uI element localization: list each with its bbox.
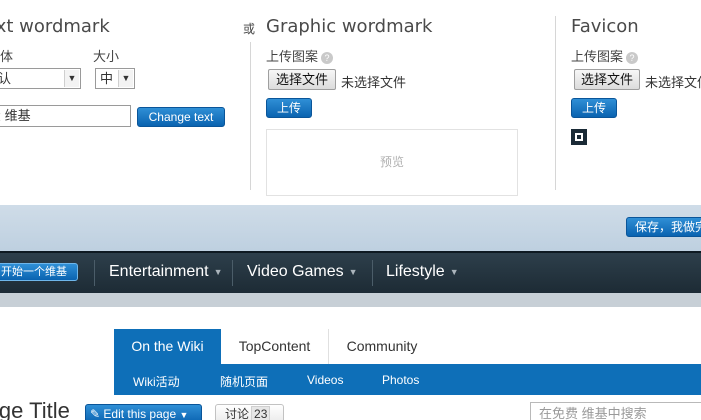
text-wordmark-title: Text wordmark xyxy=(0,16,110,37)
favicon-choose-file-button[interactable]: 选择文件 xyxy=(574,69,640,90)
edit-page-button[interactable]: ✎ Edit this page ▼ xyxy=(85,404,202,420)
favicon-file-status: 未选择文件 xyxy=(645,75,701,90)
font-label: 字体 xyxy=(0,49,14,64)
header-band xyxy=(0,293,701,307)
subnav-item-photos[interactable]: Photos xyxy=(382,373,419,387)
graphic-wordmark-title: Graphic wordmark xyxy=(266,16,433,37)
search-input[interactable]: 在免费 维基中搜索 xyxy=(530,402,701,420)
preview-label: 预览 xyxy=(379,155,404,169)
tab-top-content[interactable]: TopContent xyxy=(221,329,329,364)
talk-count-badge: 23 xyxy=(251,406,271,420)
wordmark-editor-panel: Text wordmark 字体 大小 默认 ▼ 中 ▼ 免费 维基 Chang… xyxy=(0,0,701,205)
pencil-icon: ✎ xyxy=(90,407,101,420)
graphic-file-status: 未选择文件 xyxy=(341,75,407,90)
global-nav: 开始一个维基 Entertainment ▼ Video Games ▼ Lifes… xyxy=(0,251,701,293)
caret-down-icon: ▼ xyxy=(449,266,459,277)
theme-designer-page: Text wordmark 字体 大小 默认 ▼ 中 ▼ 免费 维基 Chang… xyxy=(0,0,701,420)
caret-down-icon: ▼ xyxy=(348,266,358,277)
font-select-value: 默认 xyxy=(0,71,11,86)
nav-separator xyxy=(372,260,373,286)
toolbar-band xyxy=(0,205,701,251)
favicon-title: Favicon xyxy=(571,16,639,37)
wordmark-text-input[interactable]: 免费 维基 xyxy=(0,105,131,127)
favicon-preview-icon xyxy=(571,129,587,145)
wiki-subnav: Wiki活动 随机页面 Videos Photos xyxy=(114,364,701,395)
graphic-upload-label: 上传图案? xyxy=(266,46,334,65)
font-select[interactable]: 默认 ▼ xyxy=(0,68,81,89)
nav-item-entertainment[interactable]: Entertainment ▼ xyxy=(109,263,223,281)
start-wiki-button[interactable]: 开始一个维基 xyxy=(0,263,78,281)
graphic-upload-button[interactable]: 上传 xyxy=(266,98,312,118)
favicon-upload-label: 上传图案? xyxy=(571,46,639,65)
subnav-item-random-page[interactable]: 随机页面 xyxy=(220,373,268,390)
size-select[interactable]: 中 ▼ xyxy=(95,68,135,89)
help-icon[interactable]: ? xyxy=(626,51,639,64)
page-title: Page Title xyxy=(0,398,70,420)
size-select-value: 中 xyxy=(100,71,114,86)
save-button[interactable]: 保存，我做完了 xyxy=(626,217,701,237)
tab-on-the-wiki[interactable]: On the Wiki xyxy=(114,329,221,364)
talk-button[interactable]: 讨论 23 xyxy=(215,404,284,420)
caret-down-icon: ▼ xyxy=(179,410,189,420)
nav-item-video-games[interactable]: Video Games ▼ xyxy=(247,263,358,281)
or-label: 或 xyxy=(243,22,256,36)
tab-community[interactable]: Community xyxy=(330,329,434,364)
nav-separator xyxy=(232,260,233,286)
change-text-button[interactable]: Change text xyxy=(137,107,225,127)
column-divider xyxy=(555,16,556,190)
wordmark-preview-box: 预览 xyxy=(266,129,518,196)
subnav-item-videos[interactable]: Videos xyxy=(307,373,343,387)
nav-item-lifestyle[interactable]: Lifestyle ▼ xyxy=(386,263,459,281)
favicon-upload-button[interactable]: 上传 xyxy=(571,98,617,118)
help-icon[interactable]: ? xyxy=(321,51,334,64)
graphic-choose-file-button[interactable]: 选择文件 xyxy=(268,69,336,90)
nav-separator xyxy=(94,260,95,286)
chevron-down-icon: ▼ xyxy=(118,70,133,87)
column-divider xyxy=(250,42,251,190)
caret-down-icon: ▼ xyxy=(213,266,223,277)
subnav-item-wiki-activity[interactable]: Wiki活动 xyxy=(133,373,180,390)
size-label: 大小 xyxy=(93,49,120,64)
chevron-down-icon: ▼ xyxy=(64,70,79,87)
